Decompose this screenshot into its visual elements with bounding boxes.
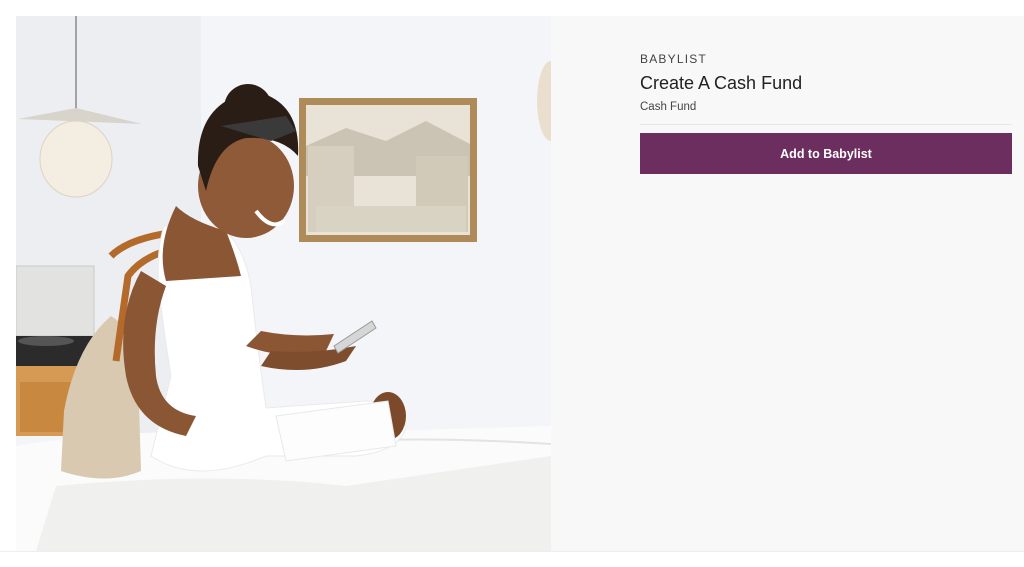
product-title: Create A Cash Fund — [640, 73, 803, 93]
product-photo-illustration — [16, 16, 551, 551]
page: BABYLIST Create A Cash Fund Cash Fund Ad… — [0, 0, 1024, 567]
add-to-babylist-button[interactable]: Add to Babylist — [640, 133, 1012, 174]
page-bottom-divider — [0, 551, 1024, 552]
product-photo — [16, 16, 551, 551]
product-details: BABYLIST Create A Cash Fund Cash Fund Ad… — [640, 52, 1012, 174]
brand-name[interactable]: BABYLIST — [640, 52, 1012, 66]
product-subtitle: Cash Fund — [640, 101, 697, 113]
divider — [640, 124, 1012, 125]
product-card: BABYLIST Create A Cash Fund Cash Fund Ad… — [16, 16, 1024, 551]
